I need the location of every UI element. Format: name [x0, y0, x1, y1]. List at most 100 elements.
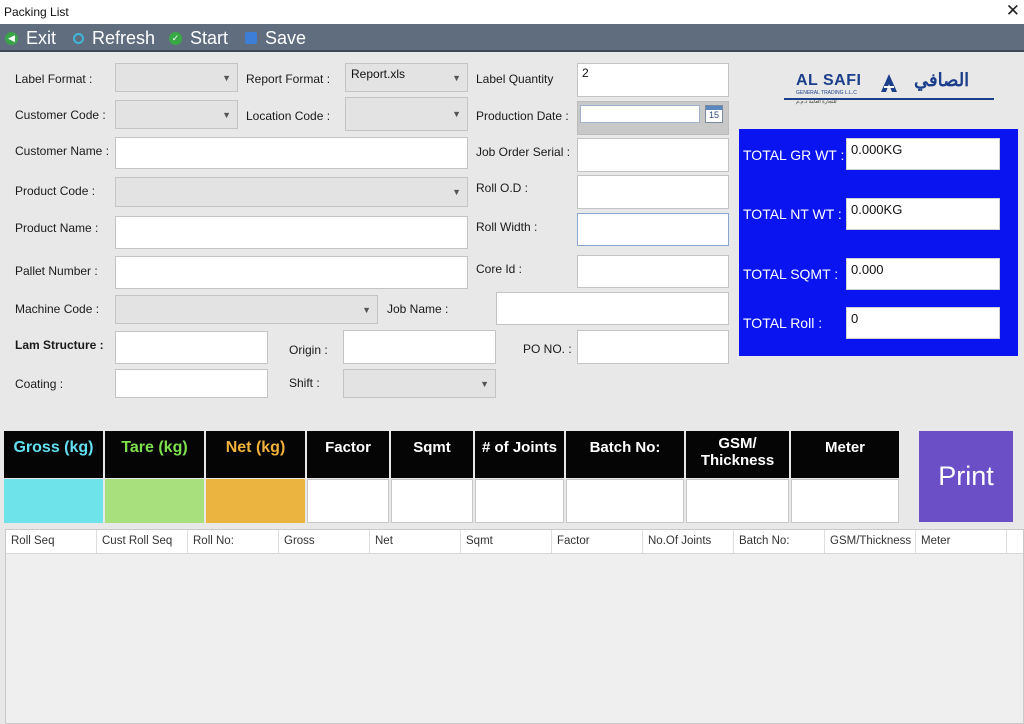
product-code-label: Product Code : — [15, 184, 96, 198]
po-no-input[interactable] — [577, 330, 729, 364]
joints-input[interactable] — [475, 479, 564, 523]
total-sqmt-label: TOTAL SQMT : — [743, 266, 839, 282]
refresh-button[interactable]: Refresh — [73, 27, 155, 49]
toolbar: ◀ Exit Refresh ✓ Start Save — [0, 24, 1024, 52]
location-code-select[interactable]: ▼ — [345, 97, 468, 131]
job-order-serial-label: Job Order Serial : — [476, 145, 571, 159]
machine-code-label: Machine Code : — [15, 302, 100, 316]
logo-name-en: AL SAFI — [796, 72, 862, 89]
roll-od-input[interactable] — [577, 175, 729, 209]
logo-mark-icon — [881, 74, 897, 92]
meter-header: Meter — [791, 431, 899, 478]
grid-col-sqmt[interactable]: Sqmt — [461, 530, 552, 553]
print-button[interactable]: Print — [919, 431, 1013, 522]
gsm-header: GSM/ Thickness — [686, 431, 789, 478]
gsm-input[interactable] — [686, 479, 789, 523]
grid-col-factor[interactable]: Factor — [552, 530, 643, 553]
po-no-label: PO NO. : — [523, 342, 572, 356]
grid-col-joints[interactable]: No.Of Joints — [643, 530, 734, 553]
factor-input[interactable] — [307, 479, 389, 523]
window-title: Packing List — [4, 5, 69, 19]
chevron-down-icon: ▼ — [452, 187, 461, 197]
pallet-number-label: Pallet Number : — [15, 264, 98, 278]
label-quantity-label: Label Quantity — [476, 72, 554, 86]
roll-width-input[interactable] — [577, 213, 729, 246]
total-roll-value: 0 — [846, 307, 1000, 339]
title-bar: Packing List ✕ — [0, 0, 1024, 24]
grid-col-cust-roll-seq[interactable]: Cust Roll Seq — [97, 530, 188, 553]
net-input[interactable] — [206, 479, 305, 523]
shift-select[interactable]: ▼ — [343, 369, 496, 398]
production-date-picker[interactable]: 15 — [577, 101, 729, 135]
exit-button[interactable]: ◀ Exit — [5, 27, 56, 49]
refresh-icon — [73, 32, 84, 44]
calendar-icon[interactable]: 15 — [705, 105, 723, 123]
label-quantity-input[interactable]: 2 — [577, 63, 729, 97]
gross-input[interactable] — [4, 479, 103, 523]
company-logo: AL SAFI GENERAL TRADING L.L.C الصافي للت… — [780, 68, 996, 116]
tare-header: Tare (kg) — [105, 431, 204, 478]
report-format-value: Report.xls — [351, 67, 406, 81]
grid-col-meter[interactable]: Meter — [916, 530, 1007, 553]
lam-structure-label: Lam Structure : — [15, 338, 104, 352]
sqmt-header: Sqmt — [391, 431, 473, 478]
origin-label: Origin : — [289, 343, 328, 357]
exit-label: Exit — [26, 27, 57, 48]
logo-name-ar: الصافي — [914, 70, 970, 90]
chevron-down-icon: ▼ — [452, 72, 461, 83]
customer-name-input[interactable] — [115, 137, 468, 169]
total-sqmt-value: 0.000 — [846, 258, 1000, 290]
core-id-input[interactable] — [577, 255, 729, 288]
total-roll-label: TOTAL Roll : — [743, 315, 823, 331]
start-label: Start — [190, 27, 229, 48]
origin-input[interactable] — [343, 330, 496, 364]
factor-header: Factor — [307, 431, 389, 478]
meter-input[interactable] — [791, 479, 899, 523]
check-icon: ✓ — [169, 31, 182, 45]
label-format-select[interactable]: ▼ — [115, 63, 238, 92]
product-name-label: Product Name : — [15, 221, 99, 235]
close-icon[interactable]: ✕ — [1006, 1, 1020, 21]
total-gross-label: TOTAL GR WT : — [743, 147, 845, 163]
chevron-down-icon: ▼ — [222, 72, 231, 83]
production-date-input[interactable] — [580, 105, 700, 123]
customer-code-label: Customer Code : — [15, 108, 106, 122]
grid-col-gross[interactable]: Gross — [279, 530, 370, 553]
customer-code-select[interactable]: ▼ — [115, 100, 238, 129]
total-gross-value: 0.000KG — [846, 138, 1000, 170]
pallet-number-input[interactable] — [115, 256, 468, 289]
chevron-down-icon: ▼ — [222, 109, 231, 120]
coating-label: Coating : — [15, 377, 64, 391]
sqmt-input[interactable] — [391, 479, 473, 523]
roll-od-label: Roll O.D : — [476, 181, 529, 195]
grid-col-roll-seq[interactable]: Roll Seq — [6, 530, 97, 553]
lam-structure-input[interactable] — [115, 331, 268, 364]
start-button[interactable]: ✓ Start — [169, 27, 228, 49]
totals-panel: TOTAL GR WT : 0.000KG TOTAL NT WT : 0.00… — [739, 129, 1018, 356]
coating-input[interactable] — [115, 369, 268, 398]
grid-col-net[interactable]: Net — [370, 530, 461, 553]
grid-col-batch[interactable]: Batch No: — [734, 530, 825, 553]
machine-code-select[interactable]: ▼ — [115, 295, 378, 324]
batch-header: Batch No: — [566, 431, 684, 478]
product-name-input[interactable] — [115, 216, 468, 249]
job-name-input[interactable] — [496, 292, 729, 325]
job-order-serial-input[interactable] — [577, 138, 729, 172]
save-button[interactable]: Save — [245, 27, 306, 49]
total-net-label: TOTAL NT WT : — [743, 206, 842, 222]
refresh-label: Refresh — [92, 27, 156, 48]
logo-sub-ar: للتجارة العامة ذ.م.م — [796, 99, 837, 105]
roll-grid[interactable]: Roll Seq Cust Roll Seq Roll No: Gross Ne… — [5, 529, 1024, 724]
roll-width-label: Roll Width : — [476, 220, 538, 234]
label-format-label: Label Format : — [15, 72, 93, 86]
grid-col-gsm[interactable]: GSM/Thickness — [825, 530, 916, 553]
product-code-select[interactable]: ▼ — [115, 177, 468, 207]
tare-input[interactable] — [105, 479, 204, 523]
shift-label: Shift : — [289, 376, 320, 390]
grid-col-roll-no[interactable]: Roll No: — [188, 530, 279, 553]
report-format-select[interactable]: Report.xls ▼ — [345, 63, 468, 92]
batch-input[interactable] — [566, 479, 684, 523]
chevron-down-icon: ▼ — [480, 378, 489, 389]
logo-sub-en: GENERAL TRADING L.L.C — [796, 90, 857, 96]
grid-header: Roll Seq Cust Roll Seq Roll No: Gross Ne… — [6, 530, 1023, 554]
